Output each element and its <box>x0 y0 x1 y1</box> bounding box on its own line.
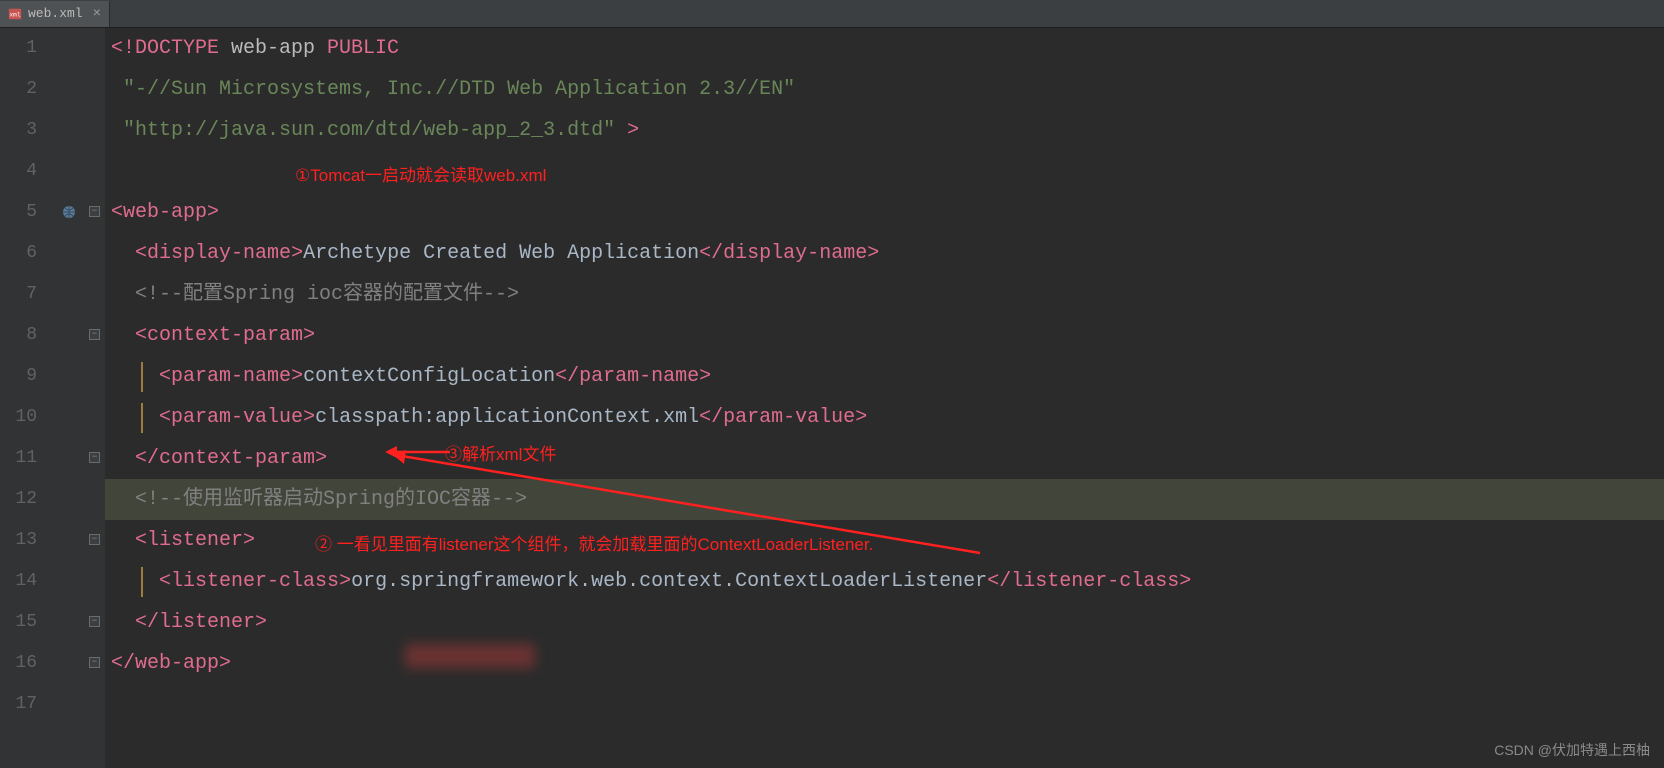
code-line: <!--配置Spring ioc容器的配置文件--> <box>105 274 1664 315</box>
line-number: 15 <box>0 602 37 643</box>
code-line: <!--使用监听器启动Spring的IOC容器--> <box>105 479 1664 520</box>
line-number: 9 <box>0 356 37 397</box>
fold-toggle-icon[interactable]: − <box>89 329 100 340</box>
line-number: 14 <box>0 561 37 602</box>
code-line: <param-value>classpath:applicationContex… <box>105 397 1664 438</box>
globe-icon[interactable] <box>61 204 77 220</box>
annotation-2: ② 一看见里面有listener这个组件，就会加载里面的ContextLoade… <box>315 530 873 555</box>
svg-text:xml: xml <box>10 11 21 18</box>
code-line: "-//Sun Microsystems, Inc.//DTD Web Appl… <box>105 69 1664 110</box>
file-tab[interactable]: xml web.xml × <box>0 1 110 27</box>
line-number: 13 <box>0 520 37 561</box>
annotation-3: ③解析xml文件 <box>445 440 556 465</box>
line-number: 5 <box>0 192 37 233</box>
annotation-1: ①Tomcat一启动就会读取web.xml <box>295 161 546 186</box>
icon-gutter <box>55 28 85 768</box>
line-number: 1 <box>0 28 37 69</box>
editor: 1 2 3 4 5 6 7 8 9 10 11 12 13 14 15 16 1… <box>0 28 1664 768</box>
line-number: 8 <box>0 315 37 356</box>
line-number: 2 <box>0 69 37 110</box>
line-number: 4 <box>0 151 37 192</box>
close-icon[interactable]: × <box>93 6 101 22</box>
line-number: 10 <box>0 397 37 438</box>
fold-gutter: − − − − − − <box>85 28 105 768</box>
line-number: 3 <box>0 110 37 151</box>
watermark: CSDN @伏加特遇上西柚 <box>1494 740 1650 760</box>
code-line: </listener> <box>105 602 1664 643</box>
code-line: <context-param> <box>105 315 1664 356</box>
code-line: <display-name>Archetype Created Web Appl… <box>105 233 1664 274</box>
code-line: </context-param> <box>105 438 1664 479</box>
xml-file-icon: xml <box>8 7 22 21</box>
code-line: "http://java.sun.com/dtd/web-app_2_3.dtd… <box>105 110 1664 151</box>
code-line: <listener-class>org.springframework.web.… <box>105 561 1664 602</box>
line-number: 17 <box>0 684 37 725</box>
code-line: <web-app> <box>105 192 1664 233</box>
line-number: 7 <box>0 274 37 315</box>
tab-filename: web.xml <box>28 6 83 21</box>
code-area[interactable]: <!DOCTYPE web-app PUBLIC "-//Sun Microsy… <box>105 28 1664 768</box>
code-line: <param-name>contextConfigLocation</param… <box>105 356 1664 397</box>
tab-bar: xml web.xml × <box>0 0 1664 28</box>
line-number: 6 <box>0 233 37 274</box>
fold-toggle-icon[interactable]: − <box>89 452 100 463</box>
line-number: 11 <box>0 438 37 479</box>
line-number: 12 <box>0 479 37 520</box>
fold-toggle-icon[interactable]: − <box>89 206 100 217</box>
code-line: </web-app> <box>105 643 1664 684</box>
line-number-gutter: 1 2 3 4 5 6 7 8 9 10 11 12 13 14 15 16 1… <box>0 28 55 768</box>
code-line: <!DOCTYPE web-app PUBLIC <box>105 28 1664 69</box>
line-number: 16 <box>0 643 37 684</box>
code-line <box>105 684 1664 725</box>
fold-toggle-icon[interactable]: − <box>89 534 100 545</box>
fold-toggle-icon[interactable]: − <box>89 657 100 668</box>
fold-toggle-icon[interactable]: − <box>89 616 100 627</box>
